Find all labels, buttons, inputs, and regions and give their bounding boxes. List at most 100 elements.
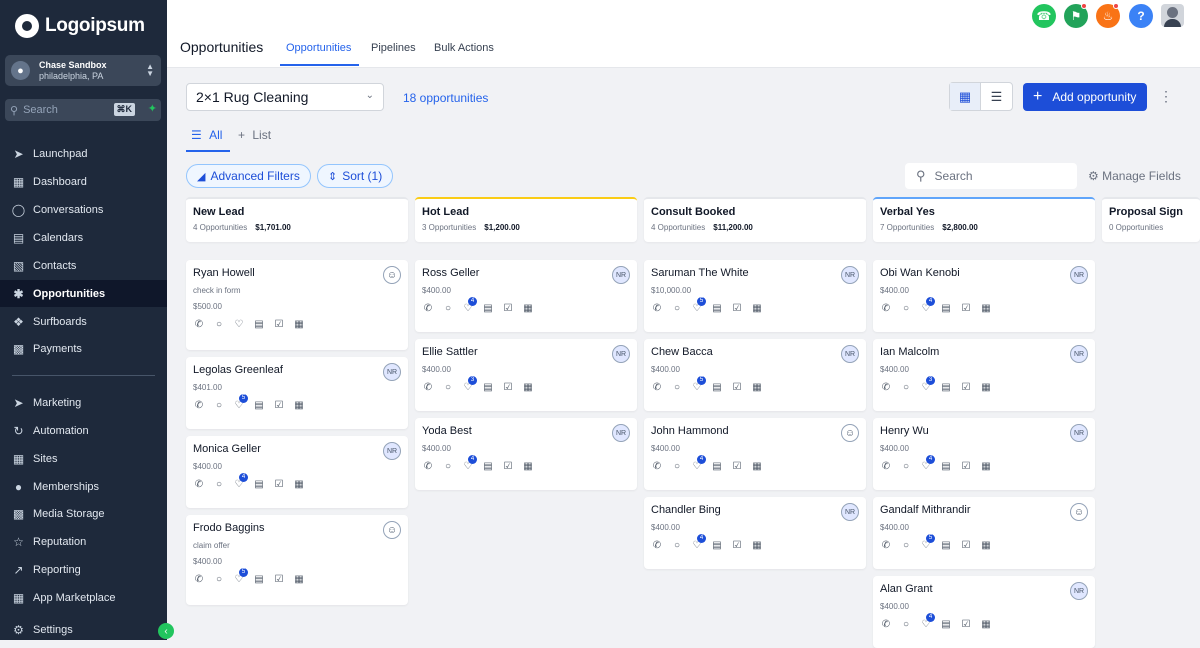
opportunity-card[interactable]: Alan Grant $400.00 NR ✆ ○ ♡ 4 ▤ ☑ ▦: [873, 576, 1095, 648]
phone-icon[interactable]: ✆: [193, 400, 205, 412]
phone-icon[interactable]: ✆: [422, 382, 434, 394]
phone-icon[interactable]: ✆: [193, 319, 205, 331]
task-icon[interactable]: ☑: [731, 461, 743, 473]
chat-icon[interactable]: ♡ 3: [462, 376, 477, 394]
appointment-icon[interactable]: ▦: [522, 303, 534, 315]
task-icon[interactable]: ☑: [502, 303, 514, 315]
sidebar-item-payments[interactable]: ▩ Payments: [0, 335, 167, 362]
note-icon[interactable]: ▤: [482, 303, 494, 315]
appointment-icon[interactable]: ▦: [751, 540, 763, 552]
opportunity-card[interactable]: Chandler Bing $400.00 NR ✆ ○ ♡ 4 ▤ ☑ ▦: [644, 497, 866, 569]
sidebar-item-marketing[interactable]: ➤ Marketing: [0, 389, 167, 416]
opportunity-card[interactable]: Chew Bacca $400.00 NR ✆ ○ ♡ 5 ▤ ☑ ▦: [644, 339, 866, 411]
sidebar-item-opportunities[interactable]: ✱ Opportunities: [0, 280, 167, 307]
sidebar-item-app-marketplace[interactable]: ▦ App Marketplace: [0, 584, 167, 611]
more-options-icon[interactable]: ⋮: [1159, 88, 1173, 105]
chat-icon[interactable]: ♡ 4: [920, 297, 935, 315]
board-search-input[interactable]: ⚲ Search: [905, 163, 1077, 189]
phone-icon[interactable]: ✆: [651, 540, 663, 552]
avatar[interactable]: [1161, 4, 1184, 27]
opportunity-card[interactable]: Monica Geller $400.00 NR ✆ ○ ♡ 4 ▤ ☑ ▦: [186, 436, 408, 508]
task-icon[interactable]: ☑: [960, 382, 972, 394]
collapse-sidebar-button[interactable]: ‹: [158, 623, 174, 639]
appointment-icon[interactable]: ▦: [980, 540, 992, 552]
phone-icon[interactable]: ✆: [880, 382, 892, 394]
phone-icon[interactable]: ✆: [422, 461, 434, 473]
filter-tab-list[interactable]: + List: [238, 128, 271, 142]
appointment-icon[interactable]: ▦: [293, 400, 305, 412]
phone-icon[interactable]: ✆: [651, 303, 663, 315]
opportunity-card[interactable]: Ellie Sattler $400.00 NR ✆ ○ ♡ 3 ▤ ☑ ▦: [415, 339, 637, 411]
task-icon[interactable]: ☑: [273, 479, 285, 491]
appointment-icon[interactable]: ▦: [980, 619, 992, 631]
chat-icon[interactable]: ♡ 3: [920, 376, 935, 394]
sms-icon[interactable]: ○: [671, 540, 683, 552]
chat-icon[interactable]: ♡ 4: [691, 534, 706, 552]
opportunity-card[interactable]: Saruman The White $10,000.00 NR ✆ ○ ♡ 5 ▤ ☑ ▦: [644, 260, 866, 332]
appointment-icon[interactable]: ▦: [980, 461, 992, 473]
sidebar-search-input[interactable]: ⚲ Search ⌘K ✦: [5, 99, 161, 121]
sidebar-item-reporting[interactable]: ↗ Reporting: [0, 556, 167, 583]
phone-icon[interactable]: ☎: [1032, 4, 1056, 28]
task-icon[interactable]: ☑: [960, 461, 972, 473]
sidebar-item-automation[interactable]: ↻ Automation: [0, 417, 167, 444]
note-icon[interactable]: ▤: [711, 382, 723, 394]
task-icon[interactable]: ☑: [731, 382, 743, 394]
help-icon[interactable]: ?: [1129, 4, 1153, 28]
opportunity-card[interactable]: Henry Wu $400.00 NR ✆ ○ ♡ 4 ▤ ☑ ▦: [873, 418, 1095, 490]
appointment-icon[interactable]: ▦: [751, 303, 763, 315]
task-icon[interactable]: ☑: [960, 540, 972, 552]
note-icon[interactable]: ▤: [940, 461, 952, 473]
opportunity-card[interactable]: Gandalf Mithrandir $400.00 ☺ ✆ ○ ♡ 5 ▤ ☑ ▦: [873, 497, 1095, 569]
pipeline-select[interactable]: 2×1 Rug Cleaning ⌄: [186, 83, 384, 111]
add-opportunity-button[interactable]: + Add opportunity: [1023, 83, 1147, 111]
owner-initials-badge[interactable]: NR: [1070, 345, 1088, 363]
account-switcher[interactable]: ● Chase Sandbox philadelphia, PA ▲ ▼: [5, 55, 161, 86]
sidebar-item-contacts[interactable]: ▧ Contacts: [0, 252, 167, 279]
sms-icon[interactable]: ○: [213, 400, 225, 412]
owner-initials-badge[interactable]: NR: [1070, 266, 1088, 284]
manage-fields-button[interactable]: ⚙ Manage Fields: [1088, 169, 1181, 183]
opportunity-card[interactable]: Yoda Best $400.00 NR ✆ ○ ♡ 4 ▤ ☑ ▦: [415, 418, 637, 490]
appointment-icon[interactable]: ▦: [293, 574, 305, 586]
chat-icon[interactable]: ♡ 4: [920, 613, 935, 631]
sms-icon[interactable]: ○: [213, 574, 225, 586]
note-icon[interactable]: ▤: [940, 619, 952, 631]
tab-pipelines[interactable]: Pipelines: [371, 42, 416, 54]
sms-icon[interactable]: ○: [900, 303, 912, 315]
sidebar-item-sites[interactable]: ▦ Sites: [0, 445, 167, 472]
note-icon[interactable]: ▤: [253, 479, 265, 491]
sms-icon[interactable]: ○: [442, 303, 454, 315]
bolt-icon[interactable]: ✦: [148, 102, 157, 115]
task-icon[interactable]: ☑: [273, 319, 285, 331]
phone-icon[interactable]: ✆: [422, 303, 434, 315]
note-icon[interactable]: ▤: [253, 319, 265, 331]
sms-icon[interactable]: ○: [213, 319, 225, 331]
appointment-icon[interactable]: ▦: [980, 382, 992, 394]
task-icon[interactable]: ☑: [960, 303, 972, 315]
phone-icon[interactable]: ✆: [193, 574, 205, 586]
note-icon[interactable]: ▤: [940, 303, 952, 315]
owner-initials-badge[interactable]: NR: [612, 266, 630, 284]
sidebar-item-calendars[interactable]: ▤ Calendars: [0, 224, 167, 251]
chat-icon[interactable]: ♡ 5: [691, 297, 706, 315]
sidebar-item-launchpad[interactable]: ➤ Launchpad: [0, 140, 167, 167]
task-icon[interactable]: ☑: [273, 574, 285, 586]
appointment-icon[interactable]: ▦: [751, 461, 763, 473]
note-icon[interactable]: ▤: [711, 461, 723, 473]
note-icon[interactable]: ▤: [940, 540, 952, 552]
note-icon[interactable]: ▤: [711, 540, 723, 552]
opportunity-card[interactable]: Ross Geller $400.00 NR ✆ ○ ♡ 4 ▤ ☑ ▦: [415, 260, 637, 332]
filter-tab-all[interactable]: ☰ All: [191, 128, 222, 142]
appointment-icon[interactable]: ▦: [522, 461, 534, 473]
chat-icon[interactable]: ♡ 4: [920, 455, 935, 473]
opportunity-card[interactable]: Frodo Baggins claim offer $400.00 ☺ ✆ ○ ♡ 5 ▤ ☑ ▦: [186, 515, 408, 605]
sidebar-item-memberships[interactable]: ● Memberships: [0, 473, 167, 500]
task-icon[interactable]: ☑: [960, 619, 972, 631]
sms-icon[interactable]: ○: [671, 303, 683, 315]
sms-icon[interactable]: ○: [442, 382, 454, 394]
grid-view-icon[interactable]: ▦: [950, 83, 982, 110]
chat-icon[interactable]: ♡ 5: [233, 394, 248, 412]
owner-initials-badge[interactable]: NR: [841, 266, 859, 284]
note-icon[interactable]: ▤: [253, 574, 265, 586]
